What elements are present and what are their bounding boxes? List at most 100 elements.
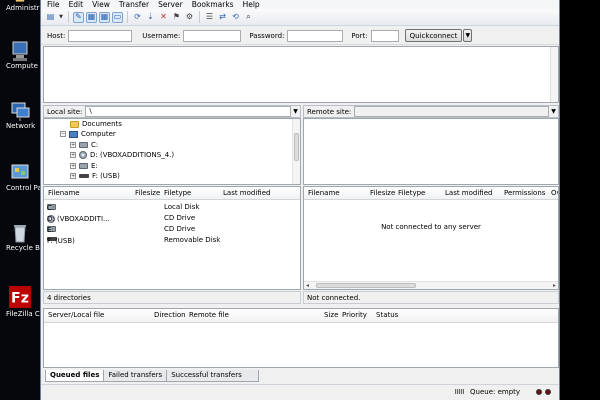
username-label: Username: (142, 31, 181, 40)
site-manager-dropdown-icon[interactable]: ▼ (58, 12, 64, 23)
remote-list-hscrollbar[interactable]: ◂ ▸ (304, 281, 558, 289)
recycle-bin-icon (14, 225, 26, 243)
column-server-local-file[interactable]: Server/Local file (48, 311, 104, 319)
toolbar: ▤ ▼ ✎ ▦ ▦ ▭ ⟳ ⇣ ✕ ⚑ ⚙ ☰ ⇄ ⟲ ⌕ (41, 9, 559, 26)
host-label: Host: (47, 31, 66, 40)
desktop-icon-recycle-bin[interactable]: Recycle Bi (0, 222, 40, 252)
desktop-icon-filezilla[interactable]: Fz FileZilla Cli (0, 284, 40, 318)
column-filename[interactable]: Filename (308, 189, 340, 197)
menu-view[interactable]: View (92, 0, 110, 9)
column-direction[interactable]: Direction (154, 311, 186, 319)
remote-site-dropdown-icon[interactable]: ▼ (549, 108, 558, 115)
toolbar-separator (68, 11, 69, 23)
file-row[interactable]: F: (USB) Removable Disk (44, 235, 300, 246)
toggle-remote-tree-icon[interactable]: ▦ (99, 11, 110, 23)
filezilla-icon: Fz (9, 286, 31, 308)
column-filesize[interactable]: Filesize (135, 189, 160, 197)
status-bar: Queue: empty (41, 384, 559, 398)
remote-list-header: Filename Filesize Filetype Last modified… (304, 187, 558, 200)
password-label: Password: (249, 31, 285, 40)
menu-transfer[interactable]: Transfer (119, 0, 149, 9)
toolbar-separator (127, 11, 128, 23)
local-site-dropdown-icon[interactable]: ▼ (291, 108, 300, 115)
not-connected-message: Not connected to any server (381, 223, 481, 231)
desktop-icon-control-panel[interactable]: Control Pa (0, 162, 40, 192)
remote-site-input[interactable] (354, 106, 549, 117)
tree-item-d[interactable]: + D: (VBOXADDITIONS_4.) (70, 151, 174, 159)
queue-tabs: Queued files Failed transfers Successful… (45, 370, 259, 382)
expand-icon[interactable]: + (70, 152, 76, 158)
site-manager-icon[interactable]: ▤ (45, 12, 56, 23)
column-filetype[interactable]: Filetype (164, 189, 191, 197)
quickconnect-button[interactable]: Quickconnect (404, 29, 463, 42)
computer-icon (12, 41, 28, 61)
disconnect-icon[interactable]: ⚑ (171, 12, 182, 23)
column-owner[interactable]: Ov (551, 189, 558, 197)
local-directory-tree: Documents − Computer + C: + D: (VBOXADDI… (43, 118, 301, 185)
tree-item-computer[interactable]: − Computer (60, 130, 116, 138)
port-input[interactable] (370, 29, 399, 42)
host-input[interactable] (68, 29, 133, 42)
tab-queued-files[interactable]: Queued files (45, 370, 105, 382)
scroll-left-icon[interactable]: ◂ (306, 282, 309, 289)
file-row[interactable]: D: (VBOXADDITI... CD Drive (44, 213, 300, 224)
remote-site-bar: Remote site: ▼ (303, 105, 559, 118)
disk-icon (79, 163, 88, 169)
message-log (43, 46, 559, 103)
desktop-icon-administrator[interactable]: Administrat (0, 0, 40, 12)
tab-failed-transfers[interactable]: Failed transfers (103, 370, 168, 382)
tree-scrollbar[interactable] (292, 119, 300, 184)
toggle-queue-icon[interactable]: ▭ (112, 11, 123, 23)
sync-browse-icon[interactable]: ⟲ (230, 12, 241, 23)
local-site-bar: Local site: \ ▼ (43, 105, 301, 118)
compare-icon[interactable]: ⇄ (217, 12, 228, 23)
menu-help[interactable]: Help (243, 0, 260, 9)
remote-file-list: Filename Filesize Filetype Last modified… (303, 186, 559, 290)
tab-successful-transfers[interactable]: Successful transfers (166, 370, 259, 382)
expand-icon[interactable]: + (70, 173, 76, 179)
column-remote-file[interactable]: Remote file (189, 311, 229, 319)
menu-edit[interactable]: Edit (69, 0, 84, 9)
log-scrollbar[interactable] (550, 47, 558, 102)
hscroll-thumb[interactable] (316, 283, 416, 288)
column-permissions[interactable]: Permissions (504, 189, 545, 197)
column-filesize[interactable]: Filesize (370, 189, 395, 197)
remote-status: Not connected. (303, 291, 559, 304)
toggle-tree-icon[interactable]: ▦ (86, 11, 97, 23)
cancel-icon[interactable]: ✕ (158, 12, 169, 23)
column-last-modified[interactable]: Last modified (223, 189, 270, 197)
desktop-icon-computer[interactable]: Compute (0, 40, 40, 70)
refresh-icon[interactable]: ⟳ (132, 12, 143, 23)
toggle-log-icon[interactable]: ✎ (73, 11, 84, 23)
scroll-right-icon[interactable]: ▸ (553, 282, 556, 289)
password-input[interactable] (287, 29, 344, 42)
tree-item-e[interactable]: + E: (70, 162, 98, 170)
filter-icon[interactable]: ☰ (204, 12, 215, 23)
column-last-modified[interactable]: Last modified (445, 189, 492, 197)
menu-file[interactable]: File (47, 0, 60, 9)
quickconnect-dropdown-icon[interactable]: ▼ (463, 29, 473, 42)
process-queue-icon[interactable]: ⇣ (145, 12, 156, 23)
column-filetype[interactable]: Filetype (398, 189, 425, 197)
menu-server[interactable]: Server (158, 0, 183, 9)
column-filename[interactable]: Filename (48, 189, 80, 197)
collapse-icon[interactable]: − (60, 131, 66, 137)
username-input[interactable] (183, 29, 242, 42)
reconnect-icon[interactable]: ⚙ (184, 12, 195, 23)
tree-item-documents[interactable]: Documents (70, 120, 122, 128)
local-file-list: Filename Filesize Filetype Last modified… (43, 186, 301, 290)
menu-bookmarks[interactable]: Bookmarks (192, 0, 234, 9)
column-priority[interactable]: Priority (342, 311, 367, 319)
expand-icon[interactable]: + (70, 142, 76, 148)
expand-icon[interactable]: + (70, 163, 76, 169)
local-site-input[interactable]: \ (85, 106, 291, 117)
file-row[interactable]: E: CD Drive (44, 224, 300, 235)
column-status[interactable]: Status (376, 311, 398, 319)
tree-item-c[interactable]: + C: (70, 141, 98, 149)
tree-item-f[interactable]: + F: (USB) (70, 172, 120, 180)
column-size[interactable]: Size (324, 311, 338, 319)
search-icon[interactable]: ⌕ (243, 12, 254, 23)
file-row[interactable]: C: Local Disk (44, 202, 300, 213)
tree-scroll-thumb[interactable] (294, 133, 299, 161)
desktop-icon-network[interactable]: Network (0, 100, 40, 130)
